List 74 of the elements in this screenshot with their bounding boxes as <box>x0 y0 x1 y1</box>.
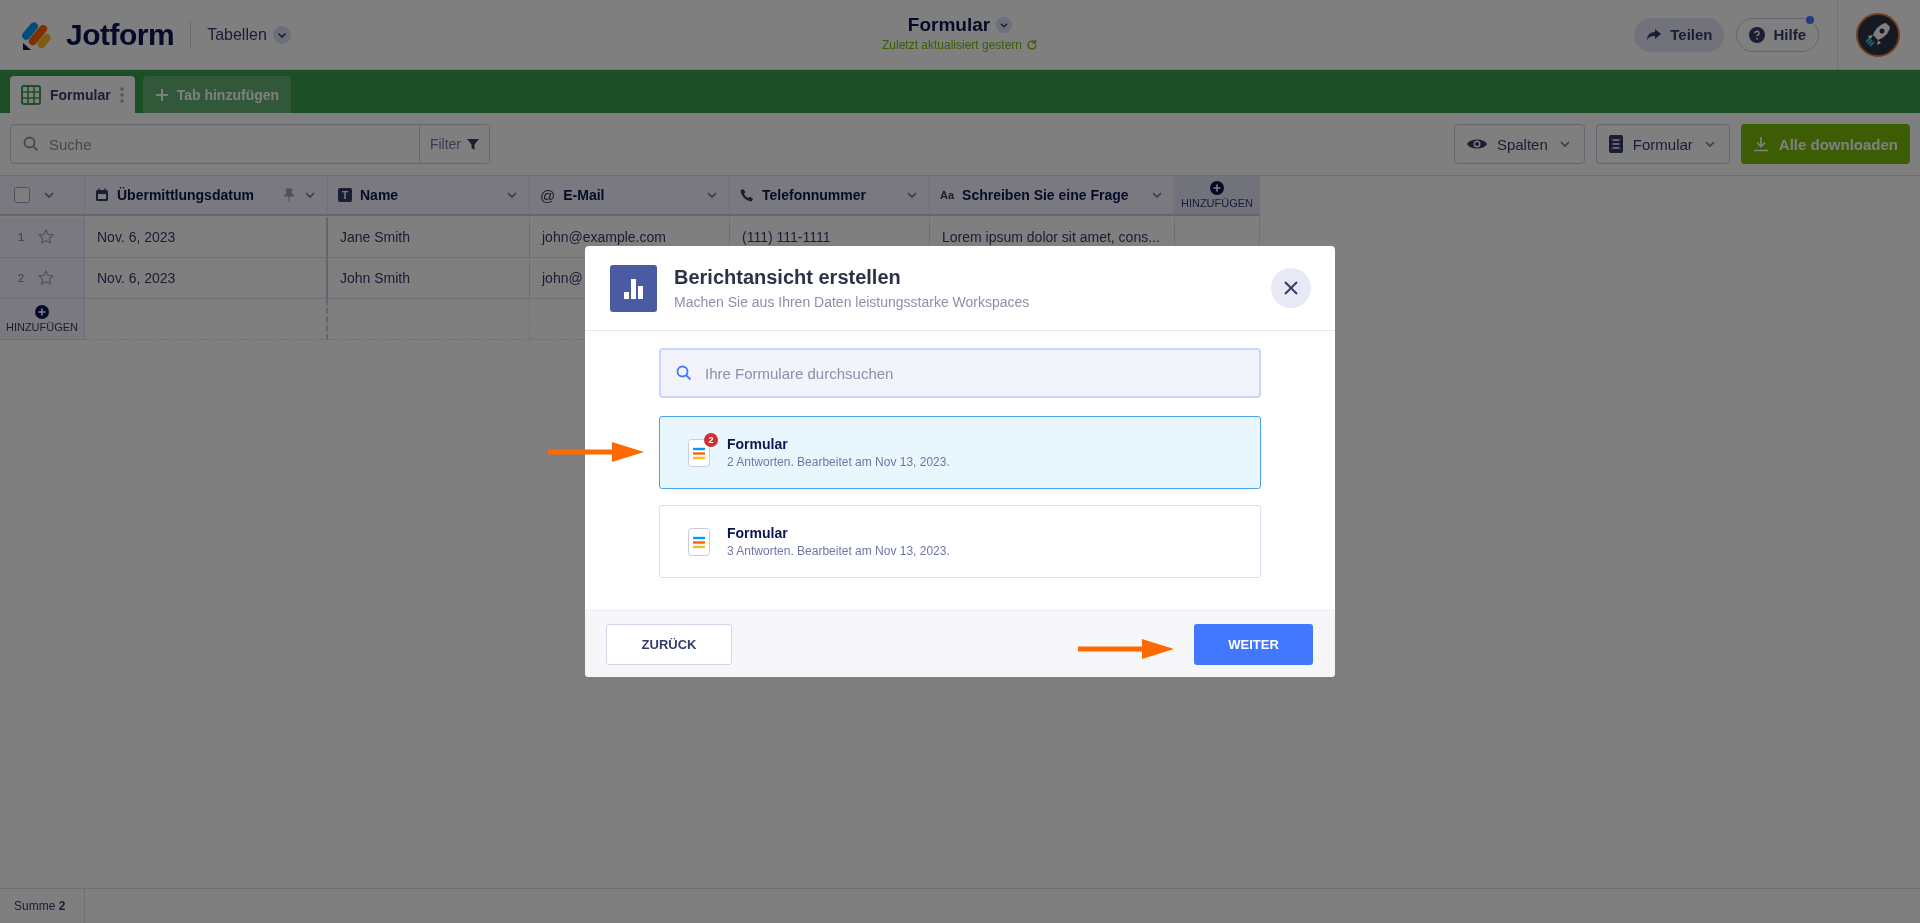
dialog-title: Berichtansicht erstellen <box>674 266 902 289</box>
next-button[interactable]: WEITER <box>1194 623 1313 665</box>
calendar-icon <box>95 188 109 202</box>
share-button[interactable]: Teilen <box>1634 17 1725 52</box>
search-icon <box>676 365 692 381</box>
table-cell: Lorem ipsum dolor sit amet, cons... <box>942 229 1160 245</box>
column-title: Name <box>360 187 400 203</box>
columns-button[interactable]: Spalten <box>1453 124 1585 164</box>
column-title: E-Mail <box>563 187 606 203</box>
filter-button[interactable]: Filter <box>418 125 489 163</box>
close-icon <box>1284 281 1298 295</box>
star-icon[interactable] <box>38 270 55 286</box>
grid-icon <box>21 84 41 105</box>
dialog-subtitle: Machen Sie aus Ihren Daten leistungsstarke Workspaces <box>674 294 1031 310</box>
form-details: 2 Antworten. Bearbeitet am Nov 13, 2023. <box>727 455 950 469</box>
plus-icon <box>154 87 169 102</box>
form-name: Formular <box>727 436 789 452</box>
form-name: Formular <box>727 525 789 541</box>
search-icon <box>23 136 39 152</box>
phone-icon <box>740 188 754 202</box>
count-badge: 2 <box>704 432 718 447</box>
column-header[interactable]: Übermittlungsdatum <box>85 176 328 216</box>
document-icon <box>1608 135 1623 153</box>
logo-text[interactable]: Jotform <box>66 17 175 52</box>
form-icon <box>688 527 710 556</box>
form-search-field[interactable]: Ihre Formulare durchsuchen <box>659 348 1261 398</box>
section-dropdown[interactable]: Tabellen <box>207 25 291 44</box>
table-cell: Jane Smith <box>340 229 411 245</box>
column-header[interactable]: Aa Schreiben Sie eine Frage <box>930 176 1175 216</box>
row-number: 1 <box>18 231 25 243</box>
plus-icon <box>35 305 49 319</box>
eye-icon <box>1466 137 1487 151</box>
form-icon <box>688 438 710 467</box>
share-icon <box>1646 27 1663 42</box>
table-cell: (111) 111-1111 <box>742 229 831 245</box>
plus-icon <box>1210 181 1224 195</box>
table-tab[interactable]: Formular <box>10 76 135 113</box>
form-button[interactable]: Formular <box>1595 124 1730 164</box>
form-list-item[interactable]: 2 Formular 2 Antworten. Bearbeitet am Nov 13, 2023. <box>659 416 1261 489</box>
more-icon <box>119 86 124 103</box>
form-details: 3 Antworten. Bearbeitet am Nov 13, 2023. <box>727 544 950 558</box>
field-type-icon: T <box>338 188 352 202</box>
chart-icon <box>610 264 657 312</box>
help-button[interactable]: Hilfe <box>1736 17 1819 52</box>
column-title: Übermittlungsdatum <box>117 187 255 203</box>
row-total: Summe 2 <box>14 899 66 913</box>
search-field[interactable]: Suche Filter <box>10 124 490 164</box>
back-button[interactable]: ZURÜCK <box>606 623 732 665</box>
field-type-icon: @ <box>540 186 556 204</box>
star-icon[interactable] <box>38 229 55 245</box>
avatar-icon[interactable] <box>1856 12 1900 57</box>
download-icon <box>1752 136 1769 152</box>
table-cell: john@ <box>542 270 583 286</box>
field-type-icon: Aa <box>940 189 955 201</box>
chevron-icon <box>996 17 1013 33</box>
table-cell: john@example.com <box>542 229 666 245</box>
close-button[interactable] <box>1271 268 1311 308</box>
table-cell: John Smith <box>340 270 411 286</box>
column-header[interactable]: Telefonnummer <box>730 176 930 216</box>
form-list-item[interactable]: Formular 3 Antworten. Bearbeitet am Nov 13, 2023. <box>659 505 1261 578</box>
table-cell: Nov. 6, 2023 <box>97 270 176 286</box>
refresh-icon <box>1026 39 1039 51</box>
column-title: Schreiben Sie eine Frage <box>962 187 1130 203</box>
form-title[interactable]: Formular <box>907 14 991 36</box>
column-title: Telefonnummer <box>762 187 867 203</box>
chevron-icon <box>272 25 291 44</box>
select-all-checkbox[interactable] <box>14 187 30 203</box>
filter-icon <box>467 138 479 150</box>
column-header[interactable]: @ E-Mail <box>530 176 730 216</box>
column-header[interactable]: T Name <box>328 176 530 216</box>
update-status: Zuletzt aktualisiert gestern <box>881 38 1023 52</box>
row-number: 2 <box>18 272 25 284</box>
help-icon <box>1749 26 1766 43</box>
table-cell: Nov. 6, 2023 <box>97 229 176 245</box>
